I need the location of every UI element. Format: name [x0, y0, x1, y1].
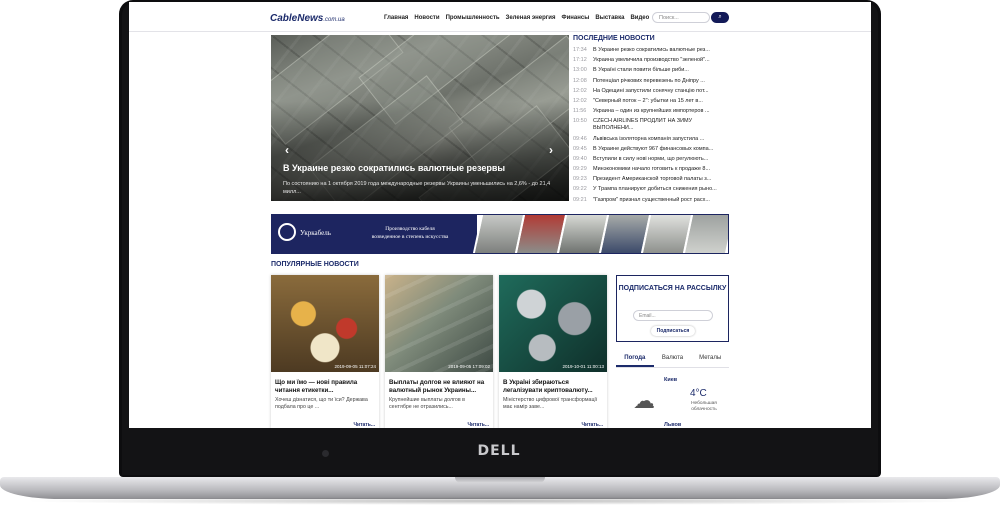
weather-city: Киев — [664, 377, 678, 383]
card-text: Хочеш дізнатися, що ти їси? Держава подб… — [275, 397, 368, 410]
card-image-crypto-coins: 2019-10-01 11:00:13 — [499, 275, 607, 372]
nav-item-news[interactable]: Новости — [414, 15, 439, 21]
card-title[interactable]: В Україні збираються легалізувати крипто… — [499, 372, 607, 395]
list-item[interactable]: 12:02 На Одещині запустили сонячну станці… — [573, 88, 733, 95]
tab-weather[interactable]: Погода — [616, 350, 654, 367]
list-item[interactable]: 09:46 Львівська ізоляторна компанія запус… — [573, 136, 733, 143]
ukrkabel-logo-icon — [278, 223, 296, 241]
hero-subtitle: По состоянию на 1 октября 2019 года межд… — [283, 181, 551, 195]
latest-news-list: 17:34 В Украине резко сократились валютны… — [573, 47, 733, 204]
latest-news-title: ПОСЛЕДНИЕ НОВОСТИ — [573, 35, 655, 42]
latest-news: ПОСЛЕДНИЕ НОВОСТИ 17:34 В Украине резко с… — [573, 35, 733, 207]
nav-item-green-energy[interactable]: Зеленая энергия — [506, 15, 556, 21]
weather-city: Львов — [664, 422, 682, 428]
card-image-banknotes: 2019-09-05 17:09:02 — [385, 275, 493, 372]
nav-item-exhibition[interactable]: Выставка — [595, 15, 624, 21]
cloud-icon: ☁ — [633, 388, 655, 413]
read-more-link[interactable]: Читать... — [581, 422, 603, 428]
list-item[interactable]: 09:23 Президент Американской торговой пал… — [573, 176, 733, 183]
news-card[interactable]: 2019-09-05 11:07:24 Що ми їмо — нові пра… — [271, 275, 379, 428]
card-text: Міністерство цифрової трансформації має … — [503, 397, 598, 410]
list-item[interactable]: 11:56 Украина – один из крупнейших импорт… — [573, 108, 733, 115]
list-item[interactable]: 10:50 CZECH AIRLINES ПРОДЛИТ НА ЗИМУ ВЫПО… — [573, 118, 733, 132]
nav-item-home[interactable]: Главная — [384, 15, 408, 21]
newsletter-box: ПОДПИСАТЬСЯ НА РАССЫЛКУ Email... Подписа… — [616, 275, 729, 342]
hero-overlay — [271, 35, 569, 201]
device-brand-logo: DELL — [477, 443, 521, 459]
hero-prev-arrow[interactable]: ‹ — [285, 143, 289, 157]
weather-temp: 4°C — [690, 388, 707, 399]
laptop-base-notch — [455, 477, 545, 483]
list-item[interactable]: 09:22 У Трампа планируют добиться снижени… — [573, 186, 733, 193]
ad-banner[interactable]: Укркабель Производство кабеля возведенно… — [271, 214, 729, 254]
tab-metals[interactable]: Металы — [691, 350, 729, 367]
list-item[interactable]: 09:21 "Газпром" признал существенный рост… — [573, 197, 733, 204]
site-header: CableNews.com.ua Главная Новости Промышл… — [129, 2, 871, 32]
news-card[interactable]: 2019-09-05 17:09:02 Выплаты долгов не вл… — [385, 275, 493, 428]
read-more-link[interactable]: Читать... — [467, 422, 489, 428]
email-field[interactable]: Email... — [633, 310, 713, 321]
nav-item-finance[interactable]: Финансы — [562, 15, 590, 21]
laptop-mockup: DELL CableNews.com.ua Главная Новости Пр… — [0, 0, 1000, 510]
laptop-shadow — [20, 497, 980, 505]
subscribe-button[interactable]: Подписаться — [651, 326, 695, 336]
hero-slider[interactable]: ‹ › В Украине резко сократились валютные… — [271, 35, 569, 201]
list-item[interactable]: 09:45 В Украине действуют 967 финансовых … — [573, 146, 733, 153]
hero-next-arrow[interactable]: › — [549, 143, 553, 157]
card-title[interactable]: Выплаты долгов не влияют на валютный рын… — [385, 372, 493, 395]
news-card[interactable]: 2019-10-01 11:00:13 В Україні збираються… — [499, 275, 607, 428]
list-item[interactable]: 09:29 Минэкономики начало готовить к прод… — [573, 166, 733, 173]
list-item[interactable]: 17:12 Украина увеличила производство "зел… — [573, 57, 733, 64]
weather-desc: Небольшая облачность — [691, 401, 717, 412]
list-item[interactable]: 13:00 В Україні стали повити більше риби.… — [573, 67, 733, 74]
card-title[interactable]: Що ми їмо — нові правила читання етикетк… — [271, 372, 379, 395]
webcam — [322, 450, 329, 457]
ad-banner-brand-panel: Укркабель Производство кабеля возведенно… — [272, 215, 477, 253]
tab-currency[interactable]: Валюта — [654, 350, 692, 367]
ad-factory-photos — [472, 215, 728, 253]
hero-title[interactable]: В Украине резко сократились валютные рез… — [283, 163, 563, 173]
ad-slogan: Производство кабеля возведенное в степен… — [371, 226, 449, 240]
list-item[interactable]: 09:40 Вступили в силу нові норми, що регу… — [573, 156, 733, 163]
nav-item-industry[interactable]: Промышленность — [446, 15, 500, 21]
list-item[interactable]: 12:08 Потенціал річкових перевезень по Дн… — [573, 78, 733, 85]
info-widget-tabs: Погода Валюта Металы — [616, 350, 729, 368]
main-nav: Главная Новости Промышленность Зеленая э… — [384, 15, 649, 21]
ad-brand: Укркабель — [300, 229, 331, 237]
popular-news-title: ПОПУЛЯРНЫЕ НОВОСТИ — [271, 261, 359, 268]
search-icon: ⌕ — [718, 14, 722, 20]
list-item[interactable]: 17:34 В Украине резко сократились валютны… — [573, 47, 733, 54]
card-image-groceries: 2019-09-05 11:07:24 — [271, 275, 379, 372]
search-input[interactable]: Поиск... — [652, 12, 710, 23]
nav-item-video[interactable]: Видео — [630, 15, 649, 21]
card-date: 2019-10-01 11:00:13 — [562, 364, 604, 369]
list-item[interactable]: 12:02 "Северный поток – 2": убытки на 15 … — [573, 98, 733, 105]
card-date: 2019-09-05 11:07:24 — [334, 364, 376, 369]
read-more-link[interactable]: Читать... — [353, 422, 375, 428]
card-text: Крупнейшие выплаты долгов в сентябре не … — [389, 397, 465, 410]
factory-photo — [682, 215, 728, 253]
search-button[interactable]: ⌕ — [711, 12, 729, 23]
website-screen: CableNews.com.ua Главная Новости Промышл… — [129, 2, 871, 428]
newsletter-title: ПОДПИСАТЬСЯ НА РАССЫЛКУ — [618, 285, 727, 292]
site-logo[interactable]: CableNews.com.ua — [270, 13, 345, 24]
card-date: 2019-09-05 17:09:02 — [448, 364, 490, 369]
